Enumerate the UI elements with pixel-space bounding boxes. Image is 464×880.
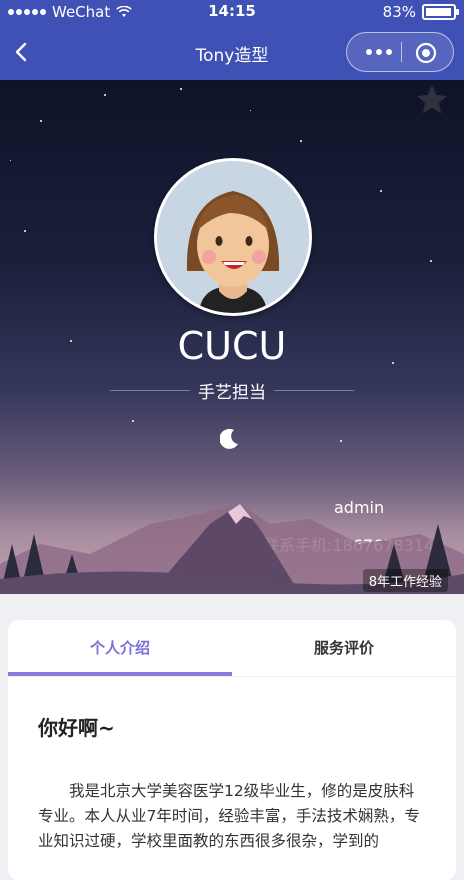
capsule-divider bbox=[401, 42, 402, 62]
sky-star bbox=[250, 110, 251, 111]
favorite-star-icon[interactable] bbox=[414, 82, 450, 118]
divider bbox=[110, 390, 190, 391]
profile-name: CUCU bbox=[177, 324, 287, 368]
intro-content: 你好啊~ 我是北京大学美容医学12级毕业生，修的是皮肤科专业。本人从业7年时间，… bbox=[38, 712, 428, 854]
sky-star bbox=[40, 120, 42, 122]
experience-badge: 8年工作经验 bbox=[362, 569, 448, 592]
battery-percent: 83% bbox=[382, 3, 416, 21]
nav-bar: Tony造型 bbox=[0, 24, 464, 80]
divider bbox=[274, 390, 354, 391]
tab-reviews[interactable]: 服务评价 bbox=[232, 620, 456, 676]
intro-text: 我是北京大学美容医学12级毕业生，修的是皮肤科专业。本人从业7年时间，经验丰富，… bbox=[38, 782, 420, 850]
sky-star bbox=[180, 88, 182, 90]
sky-star bbox=[380, 190, 382, 192]
sky-star bbox=[104, 94, 106, 96]
active-tab-indicator bbox=[8, 672, 232, 676]
close-target-icon[interactable] bbox=[415, 42, 437, 64]
battery-icon bbox=[422, 4, 459, 20]
tab-intro[interactable]: 个人介绍 bbox=[8, 620, 232, 676]
intro-greeting: 你好啊~ bbox=[38, 716, 115, 740]
sky-star bbox=[24, 230, 26, 232]
tagline-text: 手艺担当 bbox=[198, 383, 266, 403]
sky-star bbox=[300, 140, 302, 142]
girl-avatar-illustration bbox=[157, 161, 309, 313]
mini-program-capsule bbox=[346, 32, 454, 72]
sky-star bbox=[430, 260, 432, 262]
sky-star bbox=[340, 440, 342, 442]
status-bar: WeChat 14:15 83% bbox=[0, 0, 464, 24]
tab-bar: 个人介绍 服务评价 bbox=[8, 620, 456, 677]
profile-hero: CUCU 手艺担当 admin 联系手机:18676783145 8年工作经验 bbox=[0, 80, 464, 594]
battery-info: 83% bbox=[382, 3, 459, 21]
profile-tagline: 手艺担当 bbox=[110, 378, 354, 403]
sky-star bbox=[132, 420, 134, 422]
sky-star bbox=[10, 160, 11, 161]
avatar bbox=[154, 158, 312, 316]
more-icon[interactable] bbox=[362, 43, 396, 61]
detail-card: 个人介绍 服务评价 你好啊~ 我是北京大学美容医学12级毕业生，修的是皮肤科专业… bbox=[8, 620, 456, 880]
moon-icon bbox=[220, 428, 238, 449]
